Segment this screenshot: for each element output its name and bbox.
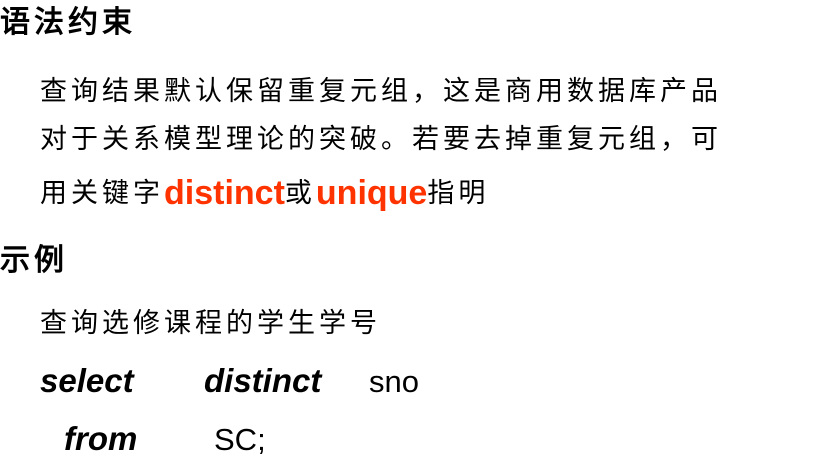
distinct-keyword: distinct	[164, 174, 285, 212]
syntax-line-3: 用关键字distinct或unique指明	[40, 176, 489, 210]
example-heading: 示例	[0, 243, 68, 278]
sql-column: sno	[369, 364, 419, 399]
sql-select-keyword: select	[40, 362, 134, 399]
syntax-line-3-prefix: 用关键字	[40, 178, 164, 209]
syntax-line-3-suffix: 指明	[427, 178, 490, 209]
syntax-heading: 语法约束	[0, 5, 136, 40]
syntax-line-1: 查询结果默认保留重复元组，这是商用数据库产品	[40, 76, 722, 107]
example-description: 查询选修课程的学生学号	[40, 308, 381, 339]
syntax-line-2: 对于关系模型理论的突破。若要去掉重复元组，可	[40, 124, 722, 155]
syntax-line-3-mid: 或	[284, 178, 316, 209]
slide: 语法约束 查询结果默认保留重复元组，这是商用数据库产品 对于关系模型理论的突破。…	[0, 0, 830, 462]
sql-table: SC;	[214, 422, 266, 457]
sql-from-keyword: from	[64, 420, 138, 457]
unique-keyword: unique	[315, 174, 428, 212]
sql-distinct-keyword: distinct	[204, 362, 322, 399]
